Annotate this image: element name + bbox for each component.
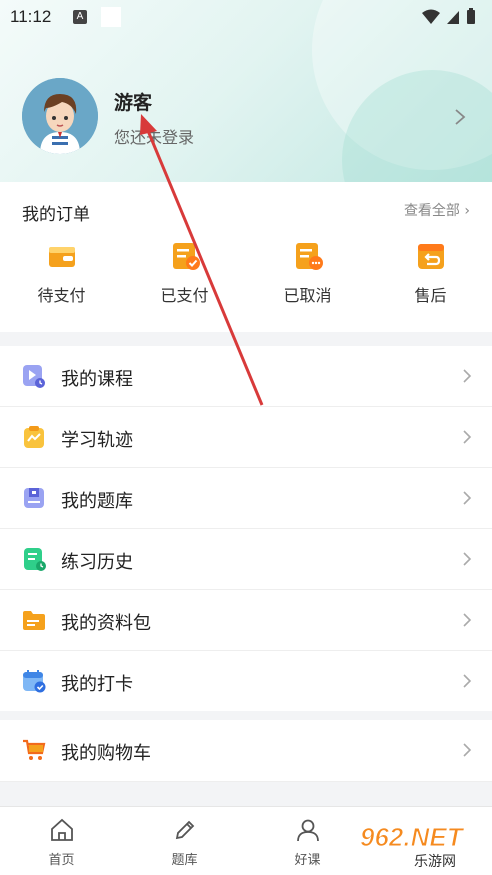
wifi-signal-battery-icon [422, 8, 475, 24]
order-pending-payment[interactable]: 待支付 [0, 240, 123, 320]
menu-item-learning-track[interactable]: 学习轨迹 [0, 407, 492, 468]
menu-item-material-pack[interactable]: 我的资料包 [0, 590, 492, 651]
menu-item-shopping-cart[interactable]: 我的购物车 [0, 720, 492, 782]
practice-history-icon [24, 548, 46, 571]
calendar-check-icon [23, 670, 46, 693]
return-box-icon [417, 244, 444, 269]
menu-item-check-in[interactable]: 我的打卡 [0, 651, 492, 711]
chevron-right-icon [463, 430, 472, 444]
order-label: 待支付 [37, 286, 86, 305]
menu-label: 我的购物车 [61, 743, 151, 764]
paid-check-icon [172, 243, 200, 270]
status-bar: 11:12 A [0, 0, 492, 34]
watermark-subtext: 乐游网 [414, 854, 456, 870]
order-after-sales[interactable]: 售后 [369, 240, 492, 320]
menu-list: 我的课程 学习轨迹 我的题库 练习历史 我的资料包 我的打卡 [0, 346, 492, 711]
notification-square-icon [101, 7, 121, 27]
orders-title: 我的订单 [22, 205, 90, 225]
chevron-right-icon: › [464, 203, 470, 219]
shopping-cart-icon [23, 739, 46, 760]
person-icon [296, 819, 319, 842]
menu-label: 学习轨迹 [61, 430, 133, 451]
chevron-right-icon [463, 743, 472, 757]
wallet-icon [48, 247, 75, 267]
site-watermark-logo: 962.NET 乐游网 [360, 822, 466, 871]
profile-header[interactable]: 游客 您还未登录 [22, 78, 472, 158]
tab-label: 好课 [294, 853, 321, 868]
chevron-right-icon [463, 613, 472, 627]
tab-home[interactable]: 首页 [0, 807, 123, 875]
menu-item-practice-history[interactable]: 练习历史 [0, 529, 492, 590]
tab-label: 首页 [48, 853, 75, 868]
chevron-right-icon[interactable] [454, 108, 466, 126]
chevron-right-icon [463, 491, 472, 505]
chevron-right-icon [463, 674, 472, 688]
tab-question-bank[interactable]: 题库 [123, 807, 246, 875]
chevron-right-icon [463, 552, 472, 566]
tab-good-courses[interactable]: 好课 [246, 807, 369, 875]
cancelled-doc-icon [295, 243, 323, 270]
order-cancelled[interactable]: 已取消 [246, 240, 369, 320]
view-all-orders-link[interactable]: 查看全部 › [404, 200, 470, 220]
status-time: 11:12 [10, 7, 52, 26]
login-hint[interactable]: 您还未登录 [114, 124, 194, 148]
chevron-right-icon [463, 369, 472, 383]
order-label: 售后 [414, 286, 447, 305]
view-all-label: 查看全部 [403, 203, 460, 219]
order-label: 已支付 [160, 286, 209, 305]
orders-card: 我的订单 查看全部 › 待支付 已支付 已取消 售后 [0, 182, 492, 332]
menu-label: 练习历史 [61, 552, 133, 573]
tab-label: 题库 [171, 853, 198, 868]
username: 游客 [114, 92, 153, 114]
menu-label: 我的课程 [61, 369, 133, 390]
menu-label: 我的题库 [61, 491, 133, 512]
home-icon [50, 818, 73, 841]
trend-clipboard-icon [24, 426, 44, 448]
pencil-icon [175, 820, 194, 840]
menu-label: 我的打卡 [61, 674, 133, 695]
notification-icon: A [73, 10, 87, 24]
menu-item-my-courses[interactable]: 我的课程 [0, 346, 492, 407]
order-paid[interactable]: 已支付 [123, 240, 246, 320]
watermark-text: 962.NET [360, 822, 465, 852]
avatar[interactable] [22, 78, 98, 154]
menu-label: 我的资料包 [61, 613, 151, 634]
folder-icon [23, 611, 45, 630]
menu-item-question-bank[interactable]: 我的题库 [0, 468, 492, 529]
order-label: 已取消 [283, 286, 332, 305]
orders-status-row: 待支付 已支付 已取消 售后 [0, 240, 492, 320]
question-bank-icon [24, 488, 44, 508]
video-course-icon [23, 365, 45, 388]
avatar-boy-icon [22, 78, 98, 154]
